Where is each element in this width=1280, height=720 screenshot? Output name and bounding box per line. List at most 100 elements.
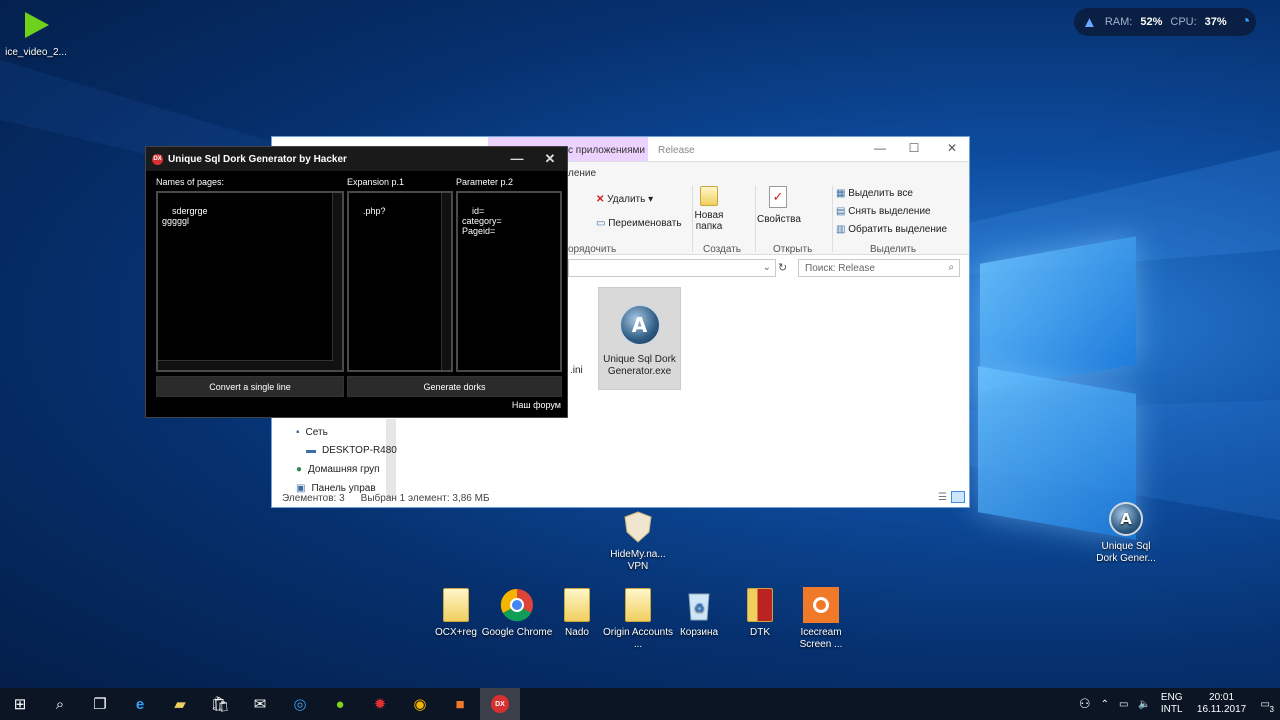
dork-titlebar: DX Unique Sql Dork Generator by Hacker —… [146, 147, 567, 171]
taskbar-app-green[interactable]: ● [320, 688, 360, 720]
network-icon[interactable]: ▭ [1119, 699, 1128, 710]
maximize-button[interactable]: ☐ [900, 141, 928, 159]
rename-icon: ▭ [596, 218, 609, 229]
forum-link[interactable]: Наш форум [512, 400, 561, 410]
close-button[interactable]: ✕ [938, 141, 966, 159]
app-logo-icon: DX [491, 695, 509, 713]
expansion-label: Expansion p.1 [347, 177, 405, 187]
notification-count: 3 [1269, 704, 1274, 714]
taskbar-icecream[interactable]: ■ [440, 688, 480, 720]
shield-icon [619, 508, 657, 546]
status-item-count: Элементов: 3 [282, 493, 345, 504]
network-icon: ▪ [296, 427, 300, 438]
minimize-button[interactable]: — [504, 151, 530, 166]
clock[interactable]: 20:01 16.11.2017 [1193, 692, 1251, 716]
desktop-icon-ice-video[interactable]: ice_video_2... [0, 6, 72, 59]
desktop-icon-label: Корзина [679, 627, 719, 638]
desktop-icon-hidemy-vpn[interactable]: HideMy.na... VPN [602, 508, 674, 573]
rename-button[interactable]: ▭ Переименовать [596, 218, 682, 229]
desktop-icon-dork-generator[interactable]: A Unique Sql Dork Gener... [1090, 500, 1162, 565]
desktop-icon-label: Icecream Screen ... [799, 627, 843, 650]
invert-selection-button[interactable]: ▥ Обратить выделение [836, 224, 947, 235]
play-icon [17, 6, 55, 44]
task-view-button[interactable]: ❐ [80, 688, 120, 720]
properties-button[interactable]: ✓ Свойства [757, 186, 801, 225]
taskbar-store[interactable]: 🛍 [200, 688, 240, 720]
large-icons-view-icon[interactable] [951, 491, 965, 503]
folder-icon [437, 586, 475, 624]
convert-single-line-button[interactable]: Convert a single line [156, 376, 344, 397]
ribbon-group-arrange: орядочить [568, 244, 617, 255]
windows-icon: ⊞ [13, 696, 27, 713]
store-icon: 🛍 [210, 696, 230, 713]
desktop-icon-icecream[interactable]: Icecream Screen ... [785, 586, 857, 651]
gauge-icon: ◔ [1240, 13, 1251, 30]
vertical-scrollbar[interactable] [441, 193, 451, 370]
search-input[interactable]: Поиск: Release ⌕ [798, 259, 960, 277]
taskbar-app-red[interactable]: ✹ [360, 688, 400, 720]
language-indicator[interactable]: ENG INTL [1161, 692, 1183, 716]
desktop-icon-label: HideMy.na... VPN [610, 549, 666, 572]
lang-line-2: INTL [1160, 704, 1183, 715]
names-label: Names of pages: [156, 177, 225, 187]
chrome-icon [498, 586, 536, 624]
select-all-button[interactable]: ▦ Выделить все [836, 188, 913, 199]
minimize-button[interactable]: — [866, 141, 894, 159]
task-view-icon: ❐ [93, 696, 107, 713]
vertical-scrollbar[interactable] [332, 193, 342, 370]
file-name-line-1: Unique Sql Dork [603, 354, 676, 365]
desktop-icon-label: OCX+reg [435, 627, 477, 638]
action-center-button[interactable]: ▭ 3 [1261, 699, 1274, 714]
properties-label: Свойства [757, 214, 801, 225]
nav-label: Сеть [305, 427, 328, 438]
nav-item-homegroup[interactable]: ● Домашняя груп [296, 464, 380, 475]
file-item-selected[interactable]: A Unique Sql Dork Generator.exe [598, 287, 681, 390]
ram-label: RAM: [1104, 16, 1133, 28]
icecream-icon [802, 586, 840, 624]
details-view-icon[interactable]: ☰ [938, 492, 947, 503]
status-bar: Элементов: 3 Выбран 1 элемент: 3,86 МБ ☰ [272, 489, 969, 507]
new-folder-button[interactable]: Новая папка [692, 186, 726, 232]
select-none-button[interactable]: ▤ Снять выделение [836, 206, 931, 217]
invert-icon: ▥ [836, 224, 849, 235]
app-logo-icon: A [1107, 500, 1145, 538]
desktop-icon-label: Unique Sql Dork Gener... [1096, 541, 1156, 564]
taskbar-explorer[interactable]: ▰ [160, 688, 200, 720]
folder-icon [700, 186, 718, 206]
system-monitor-widget[interactable]: ▲ RAM: 52% CPU: 37% ◔ [1074, 8, 1256, 36]
app-icon: ✹ [373, 696, 387, 713]
search-icon: ⌕ [55, 695, 65, 713]
dork-generator-window: DX Unique Sql Dork Generator by Hacker —… [145, 146, 568, 418]
address-bar[interactable]: ⌄ [568, 259, 776, 277]
nav-label: DESKTOP-R480 [322, 445, 397, 456]
taskbar-mail[interactable]: ✉ [240, 688, 280, 720]
nav-scrollbar[interactable] [386, 419, 396, 499]
expansion-textarea[interactable]: .php? [347, 191, 453, 372]
invert-label: Обратить выделение [848, 224, 948, 235]
chevron-up-icon[interactable]: ⌃ [1101, 699, 1109, 710]
parameter-label: Parameter p.2 [456, 177, 514, 187]
volume-icon[interactable]: 🔈 [1138, 699, 1150, 710]
taskbar-dork-generator[interactable]: DX [480, 688, 520, 720]
refresh-icon[interactable]: ↻ [778, 261, 787, 274]
start-button[interactable]: ⊞ [0, 688, 40, 720]
search-button[interactable]: ⌕ [40, 688, 80, 720]
names-textarea[interactable]: sdergrge gggggl [156, 191, 344, 372]
taskbar-app-blue[interactable]: ◎ [280, 688, 320, 720]
delete-button[interactable]: ✕ Удалить ▾ [596, 194, 653, 205]
taskbar-chrome[interactable]: ◉ [400, 688, 440, 720]
svg-text:♻: ♻ [694, 601, 705, 615]
taskbar-edge[interactable]: e [120, 688, 160, 720]
mail-icon: ✉ [253, 696, 267, 713]
folder-icon [619, 586, 657, 624]
names-text: sdergrge gggggl [162, 206, 208, 226]
search-icon: ⌕ [948, 262, 954, 273]
ribbon-group-open: Открыть [773, 244, 813, 255]
nav-item-desktop[interactable]: ▬ DESKTOP-R480 [306, 445, 397, 456]
nav-item-network[interactable]: ▪ Сеть [296, 427, 328, 438]
parameter-textarea[interactable]: id= category= Pageid= [456, 191, 562, 372]
horizontal-scrollbar[interactable] [158, 360, 334, 370]
close-button[interactable]: ✕ [537, 151, 563, 167]
generate-dorks-button[interactable]: Generate dorks [347, 376, 562, 397]
people-icon[interactable]: ⚇ [1079, 696, 1091, 712]
